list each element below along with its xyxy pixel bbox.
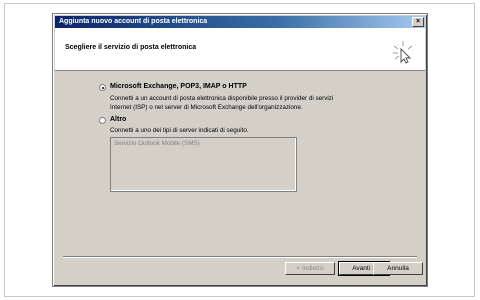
cancel-button[interactable]: Annulla bbox=[373, 262, 423, 275]
option-exchange-label: Microsoft Exchange, POP3, IMAP o HTTP bbox=[110, 83, 247, 90]
wizard-dialog: Aggiunta nuovo account di posta elettron… bbox=[52, 13, 428, 287]
close-button[interactable]: × bbox=[412, 17, 424, 27]
page-title: Scegliere il servizio di posta elettroni… bbox=[65, 44, 197, 51]
radio-exchange-pop3-imap-http[interactable] bbox=[99, 84, 106, 91]
close-icon: × bbox=[415, 18, 421, 25]
option-exchange-description: Connetti a un account di posta elettroni… bbox=[110, 95, 334, 111]
magic-wand-icon bbox=[393, 41, 413, 64]
option-other-description: Connetti a uno dei tipi di server indica… bbox=[110, 127, 249, 134]
radio-other[interactable] bbox=[99, 117, 106, 124]
button-divider bbox=[63, 256, 417, 258]
list-item[interactable]: Servizio Outlook Mobile (SMS) bbox=[114, 140, 200, 147]
window-title: Aggiunta nuovo account di posta elettron… bbox=[59, 18, 208, 25]
other-services-list[interactable]: Servizio Outlook Mobile (SMS) bbox=[110, 137, 297, 192]
title-bar: Aggiunta nuovo account di posta elettron… bbox=[55, 16, 425, 28]
option-other-label: Altro bbox=[110, 116, 127, 123]
back-button[interactable]: < Indietro bbox=[285, 262, 335, 275]
wizard-body: Microsoft Exchange, POP3, IMAP o HTTP Co… bbox=[55, 71, 425, 284]
wizard-header: Scegliere il servizio di posta elettroni… bbox=[55, 28, 425, 71]
